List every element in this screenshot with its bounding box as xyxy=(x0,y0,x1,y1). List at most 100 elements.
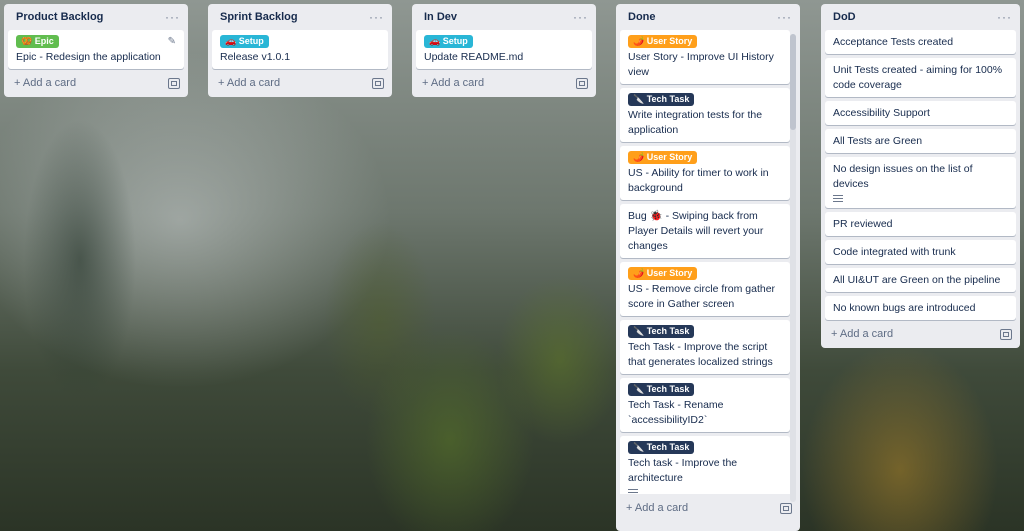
add-card-button[interactable]: + Add a card xyxy=(831,328,893,340)
add-card-row: + Add a card xyxy=(416,69,592,97)
card-title: Code integrated with trunk xyxy=(833,246,956,258)
card-title: PR reviewed xyxy=(833,218,893,230)
card-title: All Tests are Green xyxy=(833,135,923,147)
card[interactable]: 🌶️ User Story US - Ability for timer to … xyxy=(620,146,790,200)
list-header: Done ··· xyxy=(620,4,796,30)
add-card-button[interactable]: + Add a card xyxy=(14,77,76,89)
card-template-icon[interactable] xyxy=(372,77,384,89)
add-card-row: + Add a card xyxy=(620,494,796,522)
card-title: Update README.md xyxy=(424,51,524,63)
card[interactable]: 🥨 Epic ✎ Epic - Redesign the application xyxy=(8,30,184,69)
card-label-tech-task: 🔪 Tech Task xyxy=(628,441,695,454)
add-card-label: Add a card xyxy=(839,328,894,340)
list-title[interactable]: Done xyxy=(628,11,656,23)
list-header: Sprint Backlog ··· xyxy=(212,4,388,30)
add-card-row: + Add a card xyxy=(8,69,184,97)
card[interactable]: 🔪 Tech Task Write integration tests for … xyxy=(620,88,790,142)
list-product-backlog: Product Backlog ··· 🥨 Epic ✎ Epic - Rede… xyxy=(4,4,188,97)
card-label-tech-task: 🔪 Tech Task xyxy=(628,383,695,396)
card-template-icon[interactable] xyxy=(1000,328,1012,340)
add-card-label: Add a card xyxy=(226,77,281,89)
list-scrollbar[interactable] xyxy=(790,34,796,502)
list-done: Done ··· 🌶️ User Story User Story - Impr… xyxy=(616,4,800,531)
card[interactable]: 🚗 Setup Update README.md xyxy=(416,30,592,69)
scrollbar-thumb[interactable] xyxy=(790,34,796,130)
card[interactable]: 🔪 Tech Task Tech task - Improve the arch… xyxy=(620,436,790,494)
add-card-button[interactable]: + Add a card xyxy=(626,502,688,514)
card[interactable]: Acceptance Tests created xyxy=(825,30,1016,54)
card-title: All UI&UT are Green on the pipeline xyxy=(833,274,1001,286)
card-label-tech-task: 🔪 Tech Task xyxy=(628,325,695,338)
card-title: No design issues on the list of devices xyxy=(833,163,973,190)
card-list: Acceptance Tests created Unit Tests crea… xyxy=(825,30,1016,320)
card[interactable]: No known bugs are introduced xyxy=(825,296,1016,320)
add-card-label: Add a card xyxy=(22,77,77,89)
card[interactable]: Accessibility Support xyxy=(825,101,1016,125)
card-title: Tech task - Improve the architecture xyxy=(628,457,738,484)
description-icon xyxy=(833,195,843,202)
card[interactable]: 🚗 Setup Release v1.0.1 xyxy=(212,30,388,69)
list-dod: DoD ··· Acceptance Tests created Unit Te… xyxy=(821,4,1020,348)
card-template-icon[interactable] xyxy=(576,77,588,89)
card-label-tech-task: 🔪 Tech Task xyxy=(628,93,695,106)
list-title[interactable]: DoD xyxy=(833,11,856,23)
card[interactable]: 🌶️ User Story US - Remove circle from ga… xyxy=(620,262,790,316)
add-card-label: Add a card xyxy=(430,77,485,89)
card-title: Write integration tests for the applicat… xyxy=(628,109,763,136)
card-title: Accessibility Support xyxy=(833,107,930,119)
card-label-user-story: 🌶️ User Story xyxy=(628,35,698,48)
add-card-button[interactable]: + Add a card xyxy=(218,77,280,89)
more-options-icon[interactable]: ··· xyxy=(997,10,1012,24)
list-header: DoD ··· xyxy=(825,4,1016,30)
card[interactable]: 🔪 Tech Task Tech Task - Improve the scri… xyxy=(620,320,790,374)
card-list: 🚗 Setup Update README.md xyxy=(416,30,592,69)
list-title[interactable]: Sprint Backlog xyxy=(220,11,298,23)
card-label-user-story: 🌶️ User Story xyxy=(628,267,698,280)
card-title: Tech Task - Improve the script that gene… xyxy=(628,341,773,368)
card-title: Bug 🐞 - Swiping back from Player Details… xyxy=(628,210,764,252)
pencil-icon[interactable]: ✎ xyxy=(168,36,176,47)
list-sprint-backlog: Sprint Backlog ··· 🚗 Setup Release v1.0.… xyxy=(208,4,392,97)
list-title[interactable]: Product Backlog xyxy=(16,11,103,23)
card-title: Unit Tests created - aiming for 100% cod… xyxy=(833,64,1003,91)
card[interactable]: No design issues on the list of devices xyxy=(825,157,1016,208)
add-card-label: Add a card xyxy=(634,502,689,514)
card[interactable]: PR reviewed xyxy=(825,212,1016,236)
card-list: 🚗 Setup Release v1.0.1 xyxy=(212,30,388,69)
card-label-epic: 🥨 Epic xyxy=(16,35,59,48)
card-label-user-story: 🌶️ User Story xyxy=(628,151,698,164)
card-title: Epic - Redesign the application xyxy=(16,51,161,63)
card-title: User Story - Improve UI History view xyxy=(628,51,774,78)
card-title: No known bugs are introduced xyxy=(833,302,976,314)
card[interactable]: Unit Tests created - aiming for 100% cod… xyxy=(825,58,1016,97)
card-title: US - Remove circle from gather score in … xyxy=(628,283,776,310)
card-title: Tech Task - Rename `accessibilityID2` xyxy=(628,399,724,426)
more-options-icon[interactable]: ··· xyxy=(369,10,384,24)
card-label-setup: 🚗 Setup xyxy=(424,35,473,48)
more-options-icon[interactable]: ··· xyxy=(573,10,588,24)
add-card-row: + Add a card xyxy=(825,320,1016,348)
add-card-button[interactable]: + Add a card xyxy=(422,77,484,89)
card-template-icon[interactable] xyxy=(168,77,180,89)
card-list: 🌶️ User Story User Story - Improve UI Hi… xyxy=(620,30,796,494)
list-header: In Dev ··· xyxy=(416,4,592,30)
add-card-row: + Add a card xyxy=(212,69,388,97)
card[interactable]: 🌶️ User Story User Story - Improve UI Hi… xyxy=(620,30,790,84)
list-title[interactable]: In Dev xyxy=(424,11,457,23)
card[interactable]: All Tests are Green xyxy=(825,129,1016,153)
card-template-icon[interactable] xyxy=(780,502,792,514)
more-options-icon[interactable]: ··· xyxy=(165,10,180,24)
card-title: Acceptance Tests created xyxy=(833,36,954,48)
more-options-icon[interactable]: ··· xyxy=(777,10,792,24)
card-title: US - Ability for timer to work in backgr… xyxy=(628,167,769,194)
list-header: Product Backlog ··· xyxy=(8,4,184,30)
card[interactable]: All UI&UT are Green on the pipeline xyxy=(825,268,1016,292)
description-icon xyxy=(628,489,638,494)
card[interactable]: 🔪 Tech Task Tech Task - Rename `accessib… xyxy=(620,378,790,432)
card-title: Release v1.0.1 xyxy=(220,51,291,63)
card-label-setup: 🚗 Setup xyxy=(220,35,269,48)
card-list: 🥨 Epic ✎ Epic - Redesign the application xyxy=(8,30,184,69)
card[interactable]: Code integrated with trunk xyxy=(825,240,1016,264)
list-in-dev: In Dev ··· 🚗 Setup Update README.md + Ad… xyxy=(412,4,596,97)
card[interactable]: Bug 🐞 - Swiping back from Player Details… xyxy=(620,204,790,258)
